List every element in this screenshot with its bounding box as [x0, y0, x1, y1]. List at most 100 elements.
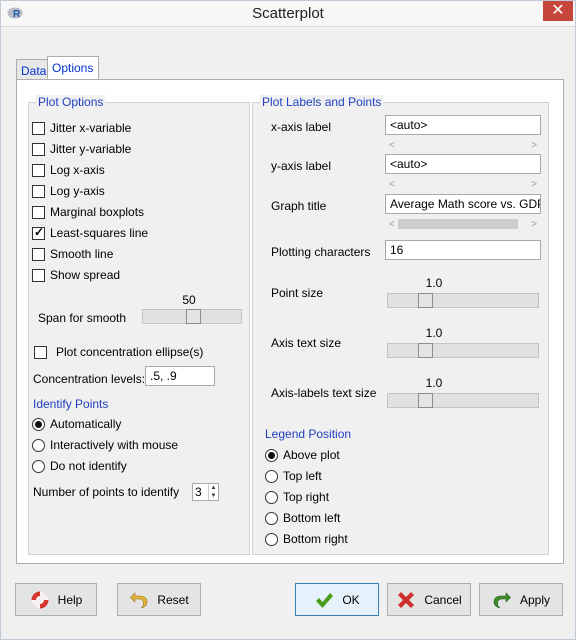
radio-label: Do not identify	[50, 459, 127, 473]
help-button[interactable]: Help	[15, 583, 97, 616]
axis-text-size-slider[interactable]	[387, 343, 539, 358]
radio-top-left[interactable]: Top left	[265, 468, 322, 484]
radio-button[interactable]	[265, 511, 278, 525]
checkbox-label: Show spread	[50, 268, 121, 282]
num-points-spinbox[interactable]: 3 ▲ ▼	[192, 483, 219, 501]
checkbox-label: Log x-axis	[50, 163, 105, 177]
plotting-chars-input[interactable]: 16	[385, 240, 541, 260]
scrollbar-thumb[interactable]	[398, 219, 518, 229]
plot-labels-group: Plot Labels and Points x-axis label <aut…	[252, 95, 549, 555]
checkbox-box-checked[interactable]	[32, 225, 45, 240]
tab-data[interactable]: Data	[16, 59, 48, 80]
scatterplot-dialog: R Scatterplot ✕ Data Options Plot Option…	[0, 0, 576, 640]
radio-button-selected[interactable]	[32, 417, 45, 431]
help-button-label: Help	[57, 592, 83, 607]
radio-label: Interactively with mouse	[50, 438, 179, 452]
checkbox-box[interactable]	[32, 268, 45, 282]
window-title: Scatterplot	[252, 5, 324, 22]
point-size-caption: Point size	[271, 286, 324, 300]
axis-text-size-caption: Axis text size	[271, 336, 342, 350]
reset-button-label: Reset	[157, 592, 189, 607]
checkbox-concentration-ellipse[interactable]: Plot concentration ellipse(s)	[34, 344, 203, 360]
tab-options[interactable]: Options	[47, 56, 99, 80]
scroll-left-icon[interactable]: <	[389, 179, 395, 190]
plotting-chars-caption: Plotting characters	[271, 245, 371, 259]
scroll-right-icon[interactable]: >	[531, 179, 537, 190]
num-points-label: Number of points to identify	[33, 485, 180, 499]
graph-title-input[interactable]: Average Math score vs. GDP	[385, 194, 541, 214]
radio-button[interactable]	[265, 469, 278, 483]
radio-above-plot[interactable]: Above plot	[265, 447, 340, 463]
checkbox-least-squares[interactable]: Least-squares line	[32, 225, 148, 241]
radio-button[interactable]	[32, 459, 45, 473]
point-size-slider[interactable]	[387, 293, 539, 308]
identify-points-title: Identify Points	[33, 397, 109, 411]
radio-label: Above plot	[283, 448, 340, 462]
concentration-levels-input[interactable]: .5, .9	[145, 366, 215, 386]
radio-bottom-right[interactable]: Bottom right	[265, 531, 348, 547]
checkbox-marginal-boxplots[interactable]: Marginal boxplots	[32, 204, 144, 220]
checkbox-box[interactable]	[32, 142, 45, 156]
checkmark-icon	[316, 592, 334, 608]
checkbox-log-y[interactable]: Log y-axis	[32, 183, 105, 199]
cancel-button[interactable]: Cancel	[387, 583, 471, 616]
checkbox-box[interactable]	[32, 163, 45, 177]
checkbox-smooth-line[interactable]: Smooth line	[32, 246, 113, 262]
axis-text-size-value: 1.0	[425, 326, 443, 340]
checkbox-log-x[interactable]: Log x-axis	[32, 162, 105, 178]
span-label: Span for smooth	[38, 311, 127, 325]
radio-interactively[interactable]: Interactively with mouse	[32, 437, 178, 453]
apply-button[interactable]: Apply	[479, 583, 563, 616]
radio-button[interactable]	[265, 490, 278, 504]
span-slider-thumb[interactable]	[186, 309, 201, 324]
x-axis-label-scrollbar[interactable]: < >	[385, 139, 541, 151]
spin-arrows-icon[interactable]: ▲ ▼	[208, 484, 218, 500]
checkbox-show-spread[interactable]: Show spread	[32, 267, 120, 283]
axis-labels-size-caption: Axis-labels text size	[271, 386, 377, 400]
radio-label: Bottom left	[283, 511, 341, 525]
radio-label: Top right	[283, 490, 330, 504]
x-axis-label-input[interactable]: <auto>	[385, 115, 541, 135]
checkbox-box[interactable]	[32, 121, 45, 135]
radio-button[interactable]	[265, 532, 278, 546]
radio-button-selected[interactable]	[265, 448, 278, 462]
span-slider-value: 50	[182, 293, 196, 307]
close-button[interactable]: ✕	[543, 1, 573, 21]
checkbox-box[interactable]	[32, 184, 45, 198]
span-slider[interactable]	[142, 309, 242, 324]
y-axis-label-scrollbar[interactable]: < >	[385, 178, 541, 190]
radio-bottom-left[interactable]: Bottom left	[265, 510, 340, 526]
radio-label: Bottom right	[283, 532, 348, 546]
checkbox-box[interactable]	[32, 247, 45, 261]
graph-title-caption: Graph title	[271, 199, 327, 213]
radio-button[interactable]	[32, 438, 45, 452]
y-axis-label-caption: y-axis label	[271, 159, 332, 173]
plot-options-title: Plot Options	[36, 95, 106, 109]
radio-do-not-identify[interactable]: Do not identify	[32, 458, 127, 474]
lifebuoy-icon	[31, 591, 49, 608]
point-size-slider-thumb[interactable]	[418, 293, 433, 308]
plot-labels-title: Plot Labels and Points	[260, 95, 384, 109]
reset-button[interactable]: Reset	[117, 583, 201, 616]
checkbox-jitter-x[interactable]: Jitter x-variable	[32, 120, 131, 136]
ok-button[interactable]: OK	[295, 583, 379, 616]
scroll-right-icon[interactable]: >	[531, 219, 537, 230]
plot-options-group: Plot Options Jitter x-variable Jitter y-…	[28, 95, 250, 555]
axis-labels-size-value: 1.0	[425, 376, 443, 390]
axis-labels-size-slider-thumb[interactable]	[418, 393, 433, 408]
options-tab-panel: Plot Options Jitter x-variable Jitter y-…	[16, 79, 564, 564]
scroll-left-icon[interactable]: <	[389, 219, 395, 230]
scroll-left-icon[interactable]: <	[389, 140, 395, 151]
ok-button-label: OK	[342, 592, 360, 607]
checkbox-box[interactable]	[34, 345, 47, 359]
scroll-right-icon[interactable]: >	[531, 140, 537, 151]
graph-title-scrollbar[interactable]: < >	[385, 218, 541, 230]
axis-labels-size-slider[interactable]	[387, 393, 539, 408]
axis-text-size-slider-thumb[interactable]	[418, 343, 433, 358]
checkbox-jitter-y[interactable]: Jitter y-variable	[32, 141, 131, 157]
checkbox-box[interactable]	[32, 205, 45, 219]
radio-automatically[interactable]: Automatically	[32, 416, 121, 432]
radio-top-right[interactable]: Top right	[265, 489, 329, 505]
y-axis-label-input[interactable]: <auto>	[385, 154, 541, 174]
cancel-button-label: Cancel	[424, 592, 462, 607]
